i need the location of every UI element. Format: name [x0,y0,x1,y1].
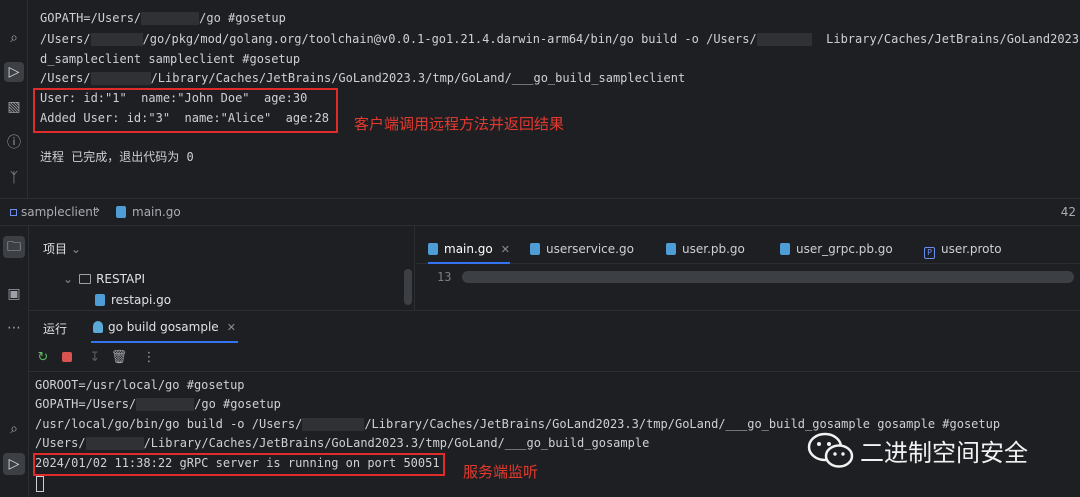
console-line: GOPATH=/Users//go #gosetup [40,11,286,25]
tab-user-grpc-pb-go[interactable]: user_grpc.pb.go [780,234,893,264]
chevron-expanded-icon: ⌄ [63,272,74,286]
redacted-block [141,12,200,25]
left-tool-stripe: 🗀 ▣ ⋯ ⌕ ▷ [0,226,29,497]
tab-main-go[interactable]: main.go ✕ [428,234,510,264]
annotation-client: 客户端调用远程方法并返回结果 [354,115,565,133]
debug-icon[interactable]: ⌕ [3,418,25,440]
editor-line-number: 13 [437,270,452,284]
redacted-block [136,398,195,411]
editor-horizontal-scrollbar[interactable] [462,271,1074,283]
tab-userservice-go[interactable]: userservice.go [530,234,634,264]
line-number-indicator: 42 [1060,205,1076,219]
console-line: /Users//Library/Caches/JetBrains/GoLand2… [35,436,650,450]
go-file-icon [666,243,676,255]
project-folder-icon[interactable]: 🗀 [3,236,25,258]
run-toolbar: ↻ ↧ 🗑 ⋮ [29,344,1080,372]
go-file-icon [95,294,105,306]
chevron-down-icon: ⌄ [70,242,81,256]
go-file-icon [530,243,540,255]
go-file-icon [780,243,790,255]
git-icon[interactable]: ᛉ [4,168,24,188]
redacted-block [756,33,812,46]
go-file-icon [428,243,438,255]
scroll-to-end-icon[interactable]: ↧ [86,349,104,367]
go-file-icon [116,206,126,218]
watermark: 二进制空间安全 [806,430,1076,470]
breadcrumb-item-main-go[interactable]: main.go [116,205,181,219]
tree-item-file[interactable]: restapi.go [95,293,171,307]
console-line: GOPATH=/Users//go #gosetup [35,397,281,411]
more-icon[interactable]: ⋯ [3,317,25,339]
structure-icon[interactable]: ▣ [3,283,25,305]
run-panel-title: 运行 [43,322,68,336]
project-panel-header[interactable]: 项目 ⌄ [43,240,81,257]
rerun-icon[interactable]: ↻ [34,349,52,367]
clear-icon[interactable]: 🗑 [110,349,128,367]
console-line: GOROOT=/usr/local/go #gosetup [35,378,245,392]
upper-tool-stripe: ⌕ ▷ ▧ ⓘ ᛉ [0,0,28,198]
console-line: /Users//Library/Caches/JetBrains/GoLand2… [40,71,686,85]
redacted-block [90,72,151,85]
breadcrumb-item-sampleclient[interactable]: sampleclient [10,205,98,219]
project-panel: 项目 ⌄ ⌄ RESTAPI restapi.go [29,226,415,310]
console-line: d_sampleclient sampleclient #gosetup [40,52,301,66]
highlight-box-server-listening [33,453,445,476]
redacted-block [90,33,143,46]
terminal-icon[interactable]: ▧ [4,97,24,117]
editor-tabs: main.go ✕ userservice.go user.pb.go user_… [416,234,1080,264]
redacted-block [302,418,365,431]
breadcrumb: sampleclient › main.go 42 [0,198,1080,226]
proto-file-icon: P [924,247,935,259]
breadcrumb-separator: › [95,203,101,218]
annotation-server: 服务端监听 [463,463,539,481]
package-icon [10,209,17,216]
run-icon[interactable]: ▷ [3,453,25,475]
wechat-logo-icon [807,432,854,468]
gopher-icon [93,321,103,333]
console-line-exit: 进程 已完成，退出代码为 0 [40,150,194,164]
debug-icon[interactable]: ⌕ [4,28,24,48]
more-options-icon[interactable]: ⋮ [140,349,158,367]
stop-icon[interactable] [58,349,76,367]
close-icon[interactable]: ✕ [227,321,236,334]
tree-item-folder[interactable]: ⌄ RESTAPI [63,272,145,286]
watermark-text: 二进制空间安全 [860,439,1028,467]
tab-user-proto[interactable]: Puser.proto [924,234,1002,264]
run-icon[interactable]: ▷ [4,62,24,82]
run-panel-header: 运行 go build gosample ✕ [29,310,1080,343]
console-cursor [36,476,44,492]
problems-icon[interactable]: ⓘ [4,133,24,153]
console-line: /Users//go/pkg/mod/golang.org/toolchain@… [40,32,1080,46]
close-icon[interactable]: ✕ [501,243,510,256]
redacted-block [85,437,144,450]
project-scrollbar[interactable] [404,269,412,305]
highlight-box-client-result [33,88,338,133]
tab-user-pb-go[interactable]: user.pb.go [666,234,745,264]
folder-icon [79,274,92,284]
run-tab-gosample[interactable]: go build gosample ✕ [91,311,238,343]
